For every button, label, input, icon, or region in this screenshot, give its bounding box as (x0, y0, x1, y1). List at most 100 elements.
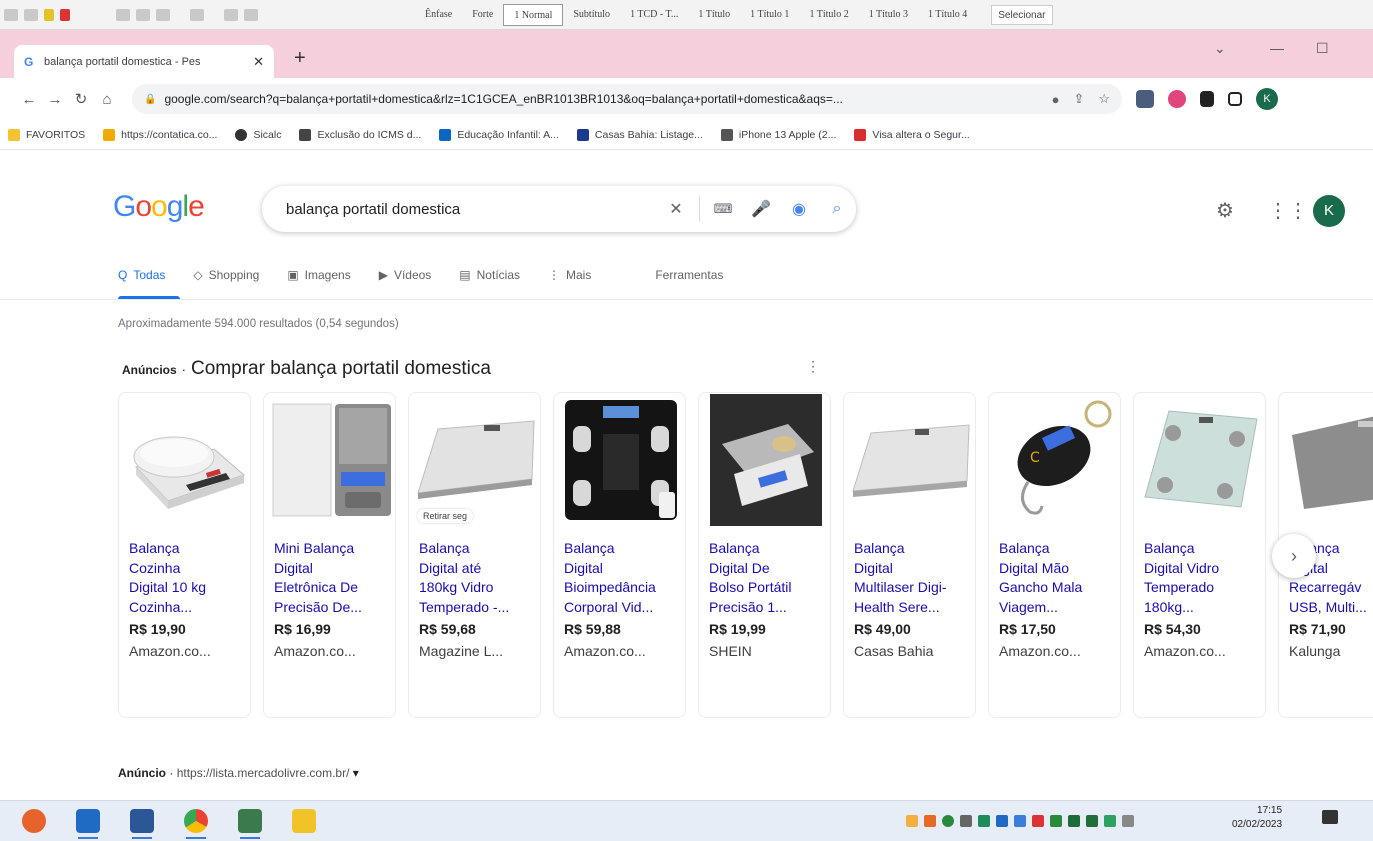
product-card[interactable]: Balança Cozinha Digital 10 kg Cozinha...… (118, 392, 251, 718)
back-arrow-icon[interactable]: ← (16, 91, 42, 108)
bookmark-item[interactable]: Visa altera o Segur... (854, 128, 970, 141)
highlight-icon[interactable] (44, 8, 54, 21)
bookmark-item[interactable]: FAVORITOS (8, 128, 85, 141)
tab-imagens[interactable]: ▣ Imagens (287, 268, 350, 282)
style-titulo[interactable]: 1 Título (688, 4, 740, 26)
tray-icon[interactable] (1014, 815, 1026, 827)
tray-icon[interactable] (996, 815, 1008, 827)
tray-icon[interactable] (906, 815, 918, 827)
tab-shopping[interactable]: ◇ Shopping (193, 268, 259, 282)
chrome-icon[interactable] (184, 809, 208, 839)
home-icon[interactable]: ⌂ (94, 91, 120, 108)
location-icon[interactable]: ● (1052, 92, 1060, 107)
align-icon[interactable] (116, 8, 130, 21)
product-title[interactable]: Balança Digital Bioimpedância Corporal V… (554, 527, 685, 618)
product-card[interactable]: Retirar seg Balança Digital até 180kg Vi… (408, 392, 541, 718)
outlook-icon[interactable] (76, 809, 100, 839)
tray-icon[interactable] (1050, 815, 1062, 827)
clock[interactable]: 17:15 02/02/2023 (1232, 804, 1282, 832)
style-titulo-3[interactable]: 1 Título 3 (859, 4, 918, 26)
format-icon[interactable] (4, 8, 18, 21)
product-image[interactable] (844, 393, 975, 527)
tray-icon[interactable] (942, 815, 954, 827)
style-titulo-1[interactable]: 1 Título 1 (740, 4, 799, 26)
product-title[interactable]: Mini Balança Digital Eletrônica De Preci… (264, 527, 395, 618)
border-icon[interactable] (244, 8, 258, 21)
url-text[interactable]: google.com/search?q=balança+portatil+dom… (164, 92, 1037, 106)
product-title[interactable]: Balança Digital Mão Gancho Mala Viagem..… (989, 527, 1120, 618)
style-normal[interactable]: 1 Normal (503, 3, 564, 26)
account-avatar[interactable]: K (1313, 195, 1345, 227)
product-card[interactable]: Balança Digital Multilaser Digi- Health … (843, 392, 976, 718)
product-card[interactable]: Balança Digital De Bolso Portátil Precis… (698, 392, 831, 718)
product-card[interactable]: Balança Digital Vidro Temperado 180kg...… (1133, 392, 1266, 718)
product-title[interactable]: Balança Digital Vidro Temperado 180kg... (1134, 527, 1265, 618)
tab-close-icon[interactable]: ✕ (253, 54, 264, 70)
product-image[interactable]: C (989, 393, 1120, 527)
google-logo[interactable]: Google (113, 190, 205, 224)
firefox-icon[interactable] (22, 809, 46, 833)
volume-icon[interactable] (960, 815, 972, 827)
tray-icon[interactable] (1086, 815, 1098, 827)
spacing-icon[interactable] (190, 8, 204, 21)
clear-search-icon[interactable]: ✕ (657, 199, 695, 219)
shading-icon[interactable] (224, 8, 238, 21)
network-icon[interactable] (1122, 815, 1134, 827)
align-icon[interactable] (136, 8, 150, 21)
style-forte[interactable]: Forte (462, 4, 503, 26)
align-icon[interactable] (156, 8, 170, 21)
reload-icon[interactable]: ↻ (68, 90, 94, 108)
new-tab-button[interactable]: + (294, 47, 306, 70)
format-icon[interactable] (24, 8, 38, 21)
tray-icon[interactable] (924, 815, 936, 827)
side-panel-icon[interactable] (1228, 92, 1242, 106)
word-icon[interactable] (130, 809, 154, 839)
browser-tab[interactable]: G balança portatil domestica - Pes ✕ (14, 45, 274, 78)
ribbon-format-tools[interactable] (0, 8, 415, 21)
address-bar[interactable]: 🔒 google.com/search?q=balança+portatil+d… (132, 84, 1122, 114)
more-options-icon[interactable]: ⋮ (806, 358, 820, 375)
product-title[interactable]: Balança Digital Multilaser Digi- Health … (844, 527, 975, 618)
product-image[interactable]: Retirar seg (409, 393, 540, 527)
forward-arrow-icon[interactable]: → (42, 91, 68, 108)
search-icon[interactable]: ⌕ (818, 200, 856, 218)
bookmark-star-icon[interactable]: ☆ (1098, 91, 1110, 107)
tab-videos[interactable]: ▶ Vídeos (379, 268, 432, 282)
product-card[interactable]: Balança Digital Bioimpedância Corporal V… (553, 392, 686, 718)
product-image[interactable] (1279, 393, 1373, 527)
ad-header[interactable]: Anúncio · https://lista.mercadolivre.com… (118, 766, 359, 780)
camera-search-icon[interactable]: ◉ (780, 199, 818, 219)
bookmark-item[interactable]: Casas Bahia: Listage... (576, 128, 703, 141)
style-subtitulo[interactable]: Subtítulo (563, 4, 620, 26)
bookmark-item[interactable]: Educação Infantil: A... (439, 128, 559, 141)
tray-icon[interactable] (978, 815, 990, 827)
file-explorer-icon[interactable] (292, 809, 316, 833)
microphone-icon[interactable]: 🎤 (742, 199, 780, 219)
product-image[interactable] (699, 393, 830, 527)
chevron-down-icon[interactable]: ▾ (353, 766, 359, 780)
tab-mais[interactable]: ⋮ Mais (548, 268, 591, 282)
product-image[interactable] (1134, 393, 1265, 527)
bookmark-item[interactable]: https://contatica.co... (103, 128, 217, 141)
bookmark-item[interactable]: Sicalc (235, 128, 281, 141)
bookmark-item[interactable]: Exclusão do ICMS d... (299, 128, 421, 141)
tray-icon[interactable] (1032, 815, 1044, 827)
style-enfase[interactable]: Ênfase (415, 4, 462, 26)
lock-icon[interactable]: 🔒 (144, 94, 156, 105)
font-color-icon[interactable] (60, 8, 70, 21)
extension-icon[interactable] (1136, 90, 1154, 108)
keyboard-icon[interactable]: ⌨ (704, 201, 742, 217)
product-image[interactable] (554, 393, 685, 527)
ad-url[interactable]: https://lista.mercadolivre.com.br/ (177, 766, 350, 780)
tab-todas[interactable]: Q Todas (118, 268, 165, 282)
extensions-puzzle-icon[interactable] (1200, 91, 1214, 107)
product-title[interactable]: Balança Cozinha Digital 10 kg Cozinha... (119, 527, 250, 618)
extension-icon[interactable] (1168, 90, 1186, 108)
tray-icon[interactable] (1068, 815, 1080, 827)
select-button[interactable]: Selecionar (991, 4, 1053, 25)
search-input[interactable]: balança portatil domestica (286, 201, 657, 218)
app-icon[interactable] (238, 809, 262, 839)
tray-icon[interactable] (1104, 815, 1116, 827)
tools-button[interactable]: Ferramentas (655, 268, 723, 282)
product-card[interactable]: C Balança Digital Mão Gancho Mala Viagem… (988, 392, 1121, 718)
